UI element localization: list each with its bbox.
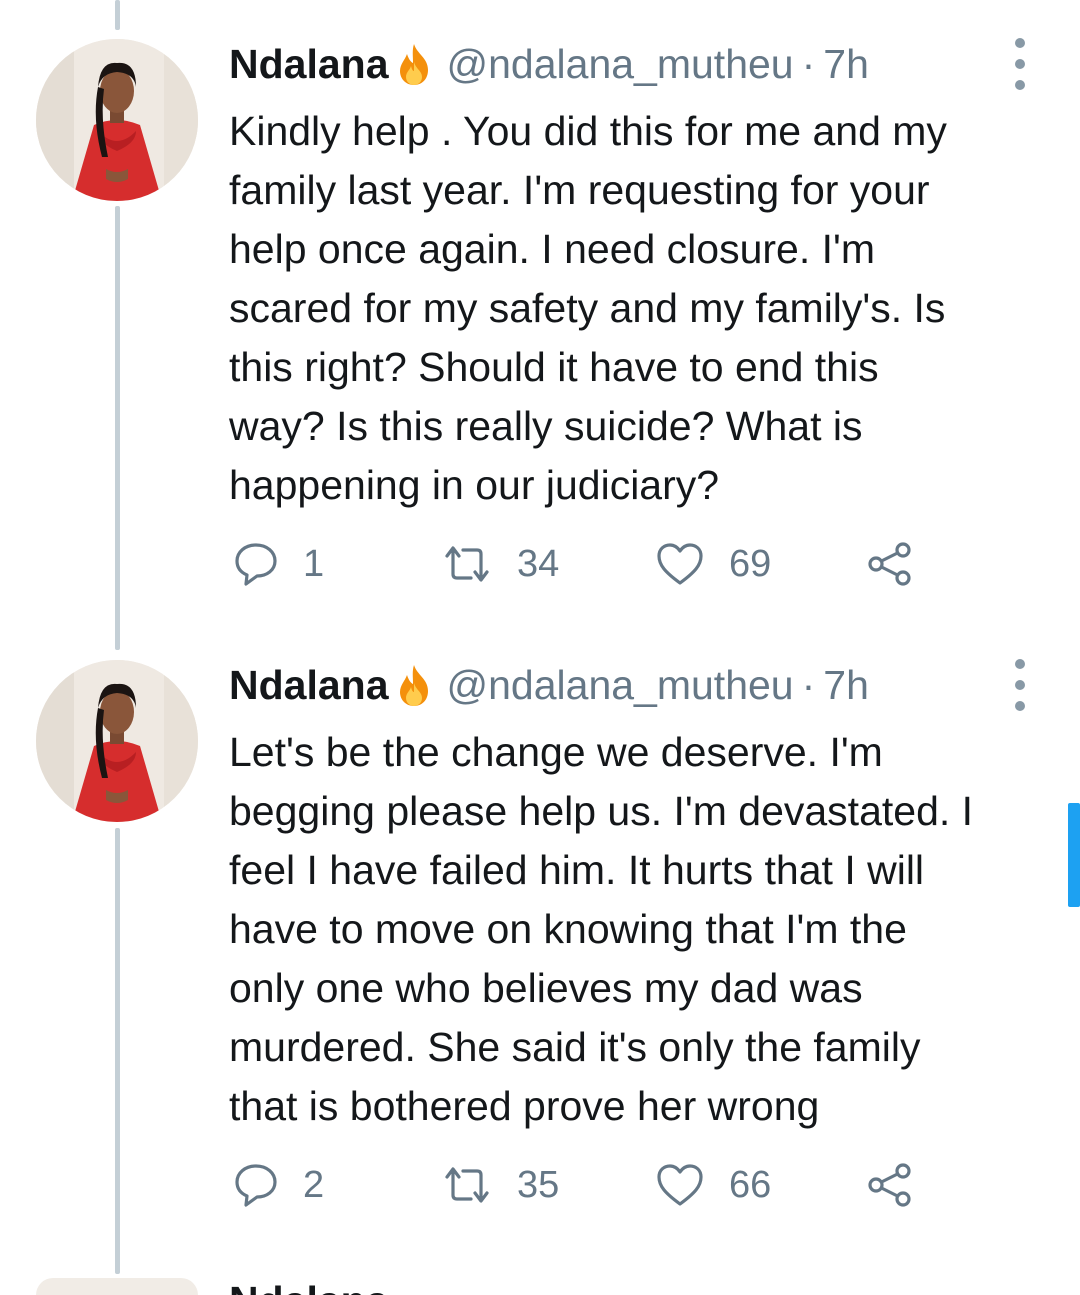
scrollbar-thumb[interactable] xyxy=(1068,803,1080,907)
retweet-icon xyxy=(445,546,489,582)
avatar-partial[interactable] xyxy=(36,1278,198,1295)
reply-icon xyxy=(235,543,277,586)
timestamp[interactable]: 7h xyxy=(823,41,869,88)
thread-line-top xyxy=(115,0,120,30)
like-button[interactable]: 66 xyxy=(655,1155,771,1215)
reply-button[interactable]: 1 xyxy=(233,534,324,594)
heart-icon xyxy=(657,543,703,585)
display-name[interactable]: Ndalana xyxy=(229,41,389,88)
like-count: 69 xyxy=(729,542,772,585)
reply-button[interactable]: 2 xyxy=(233,1155,324,1215)
retweet-icon xyxy=(445,1167,489,1203)
reply-icon xyxy=(235,1164,277,1207)
tweet-header: Ndalana @ndalana_mutheu · 7h xyxy=(229,655,869,715)
share-icon xyxy=(868,542,911,586)
avatar[interactable] xyxy=(36,39,198,201)
tweet-actions: 1 34 69 xyxy=(229,534,989,594)
display-name-partial[interactable]: Ndalana xyxy=(229,1278,389,1295)
avatar[interactable] xyxy=(36,660,198,822)
display-name[interactable]: Ndalana xyxy=(229,662,389,709)
more-options-icon[interactable] xyxy=(1008,659,1032,711)
thread-line-2 xyxy=(115,828,120,1274)
timestamp[interactable]: 7h xyxy=(823,662,869,709)
heart-icon xyxy=(657,1164,703,1206)
thread-line-1 xyxy=(115,206,120,650)
tweet-actions: 2 35 66 xyxy=(229,1155,989,1215)
like-button[interactable]: 69 xyxy=(655,534,771,594)
retweet-count: 34 xyxy=(517,542,560,585)
tweet-text: Kindly help . You did this for me and my… xyxy=(229,108,947,508)
share-button[interactable] xyxy=(865,534,915,594)
user-handle[interactable]: @ndalana_mutheu xyxy=(447,662,794,709)
fire-emoji-icon xyxy=(395,663,433,707)
separator: · xyxy=(801,661,816,708)
like-count: 66 xyxy=(729,1163,772,1206)
share-button[interactable] xyxy=(865,1155,915,1215)
more-options-icon[interactable] xyxy=(1008,38,1032,90)
separator: · xyxy=(801,40,816,87)
share-icon xyxy=(868,1163,911,1207)
retweet-button[interactable]: 34 xyxy=(441,534,559,594)
reply-count: 2 xyxy=(303,1163,325,1206)
user-handle[interactable]: @ndalana_mutheu xyxy=(447,41,794,88)
tweet-text: Let's be the change we deserve. I'm begg… xyxy=(229,729,974,1129)
retweet-button[interactable]: 35 xyxy=(441,1155,559,1215)
fire-emoji-icon xyxy=(395,42,433,86)
retweet-count: 35 xyxy=(517,1163,560,1206)
tweet-header: Ndalana @ndalana_mutheu · 7h xyxy=(229,34,869,94)
reply-count: 1 xyxy=(303,542,325,585)
